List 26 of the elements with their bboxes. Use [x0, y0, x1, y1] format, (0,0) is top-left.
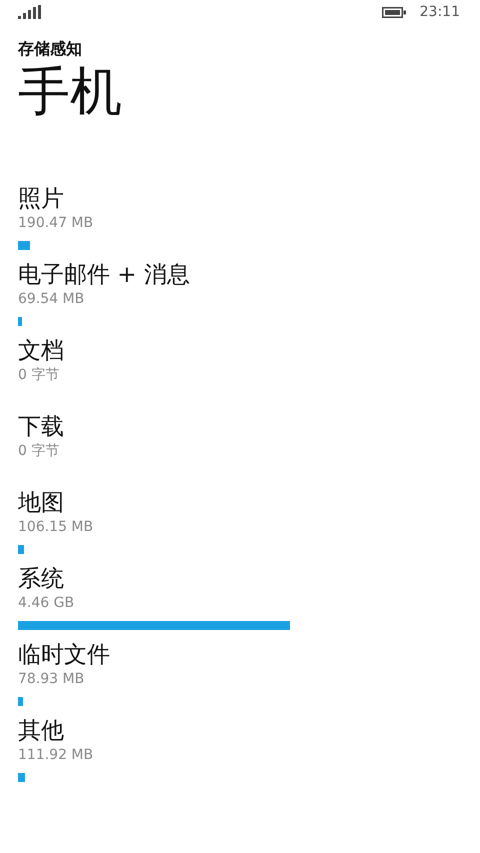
- app-subtitle: 存储感知: [18, 38, 83, 60]
- category-size: 0 字节: [18, 366, 60, 384]
- category-name[interactable]: 文档: [18, 336, 462, 366]
- status-time: 23:11: [420, 4, 460, 20]
- category-name[interactable]: 电子邮件 + 消息: [18, 260, 462, 290]
- signal-icon: [18, 5, 41, 19]
- category-name[interactable]: 系统: [18, 564, 462, 594]
- battery-icon: [382, 6, 406, 18]
- usage-bar: [18, 317, 22, 326]
- category-name[interactable]: 照片: [18, 184, 462, 214]
- category-size: 78.93 MB: [18, 670, 86, 688]
- category-size: 111.92 MB: [18, 746, 94, 764]
- usage-bar: [18, 773, 25, 782]
- category-name[interactable]: 地图: [18, 488, 462, 518]
- category-size: 4.46 GB: [18, 594, 76, 612]
- category-size: 190.47 MB: [18, 214, 94, 232]
- category-size: 69.54 MB: [18, 290, 86, 308]
- usage-bar: [18, 241, 30, 250]
- category-size: 106.15 MB: [18, 518, 94, 536]
- category-size: 0 字节: [18, 442, 60, 460]
- page-title: 手机: [18, 61, 123, 124]
- usage-bar: [18, 545, 24, 554]
- category-name[interactable]: 其他: [18, 716, 462, 746]
- category-name[interactable]: 下载: [18, 412, 462, 442]
- usage-bar: [18, 697, 23, 706]
- category-name[interactable]: 临时文件: [18, 640, 462, 670]
